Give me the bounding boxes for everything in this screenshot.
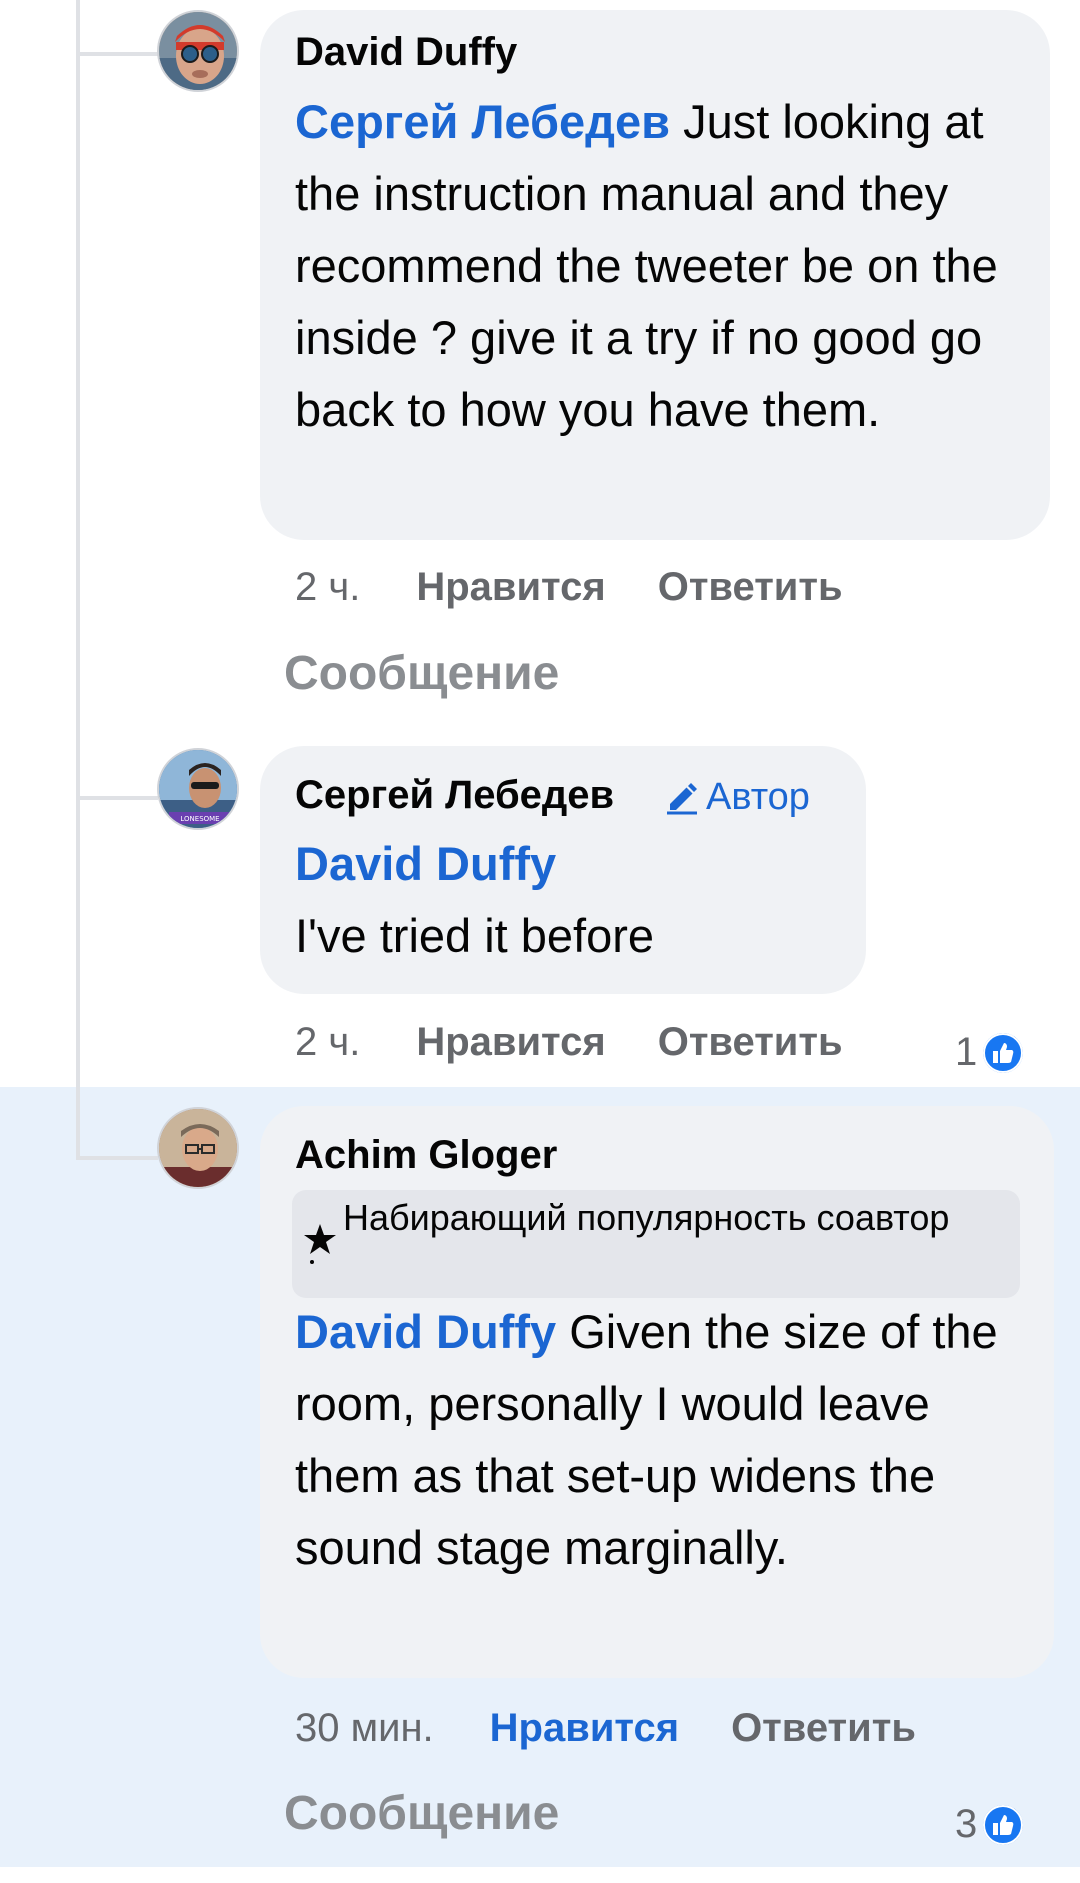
comment-time[interactable]: 2 ч.: [295, 1020, 360, 1065]
pencil-icon: [664, 780, 700, 816]
reply-button[interactable]: Ответить: [658, 565, 843, 610]
reply-button[interactable]: Ответить: [658, 1020, 843, 1065]
message-button[interactable]: Сообщение: [284, 1786, 559, 1841]
svg-text:LONESOME: LONESOME: [180, 815, 219, 823]
reaction-summary[interactable]: 1: [955, 1030, 1024, 1075]
comment-author[interactable]: Achim Gloger: [295, 1133, 557, 1178]
thread-connector: [76, 52, 158, 56]
comment-actions: 2 ч. Нравится Ответить: [295, 565, 895, 610]
mention-link[interactable]: David Duffy: [295, 828, 845, 900]
thread-line: [76, 0, 80, 1160]
comment-text: David Duffy I've tried it before: [295, 828, 845, 972]
swimmer-avatar[interactable]: [157, 10, 239, 92]
like-button[interactable]: Нравится: [416, 565, 605, 610]
sunglasses-avatar[interactable]: LONESOME: [157, 748, 239, 830]
reaction-count: 3: [955, 1802, 978, 1846]
mention-link[interactable]: David Duffy: [295, 1305, 556, 1358]
star-icon: [302, 1222, 338, 1271]
like-button[interactable]: Нравится: [490, 1706, 679, 1751]
comment-author[interactable]: David Duffy: [295, 30, 517, 75]
comment-thread: David Duffy Сергей Лебедев Just looking …: [0, 0, 1080, 1883]
reply-button[interactable]: Ответить: [731, 1706, 916, 1751]
comment-author[interactable]: Сергей Лебедев: [295, 773, 614, 818]
comment-text: Сергей Лебедев Just looking at the instr…: [295, 86, 1025, 446]
author-badge-label: Автор: [706, 776, 810, 818]
man-glasses-avatar[interactable]: [157, 1107, 239, 1189]
reaction-count: 1: [955, 1030, 978, 1074]
like-icon: [983, 1804, 1024, 1845]
author-badge: Автор: [664, 776, 810, 819]
thread-connector: [76, 796, 158, 800]
comment-time[interactable]: 2 ч.: [295, 565, 360, 610]
message-button[interactable]: Сообщение: [284, 646, 559, 701]
thread-connector: [76, 1156, 158, 1160]
like-icon: [983, 1032, 1024, 1073]
mention-link[interactable]: Сергей Лебедев: [295, 95, 670, 148]
like-button[interactable]: Нравится: [416, 1020, 605, 1065]
comment-actions: 30 мин. Нравится Ответить: [295, 1706, 968, 1751]
contributor-badge-label: Набирающий популярность соавтор: [343, 1197, 950, 1238]
comment-body: I've tried it before: [295, 909, 655, 962]
comment-actions: 2 ч. Нравится Ответить: [295, 1020, 895, 1065]
comment-time[interactable]: 30 мин.: [295, 1706, 434, 1751]
comment-text: David Duffy Given the size of the room, …: [295, 1296, 1015, 1584]
reaction-summary[interactable]: 3: [955, 1802, 1024, 1847]
